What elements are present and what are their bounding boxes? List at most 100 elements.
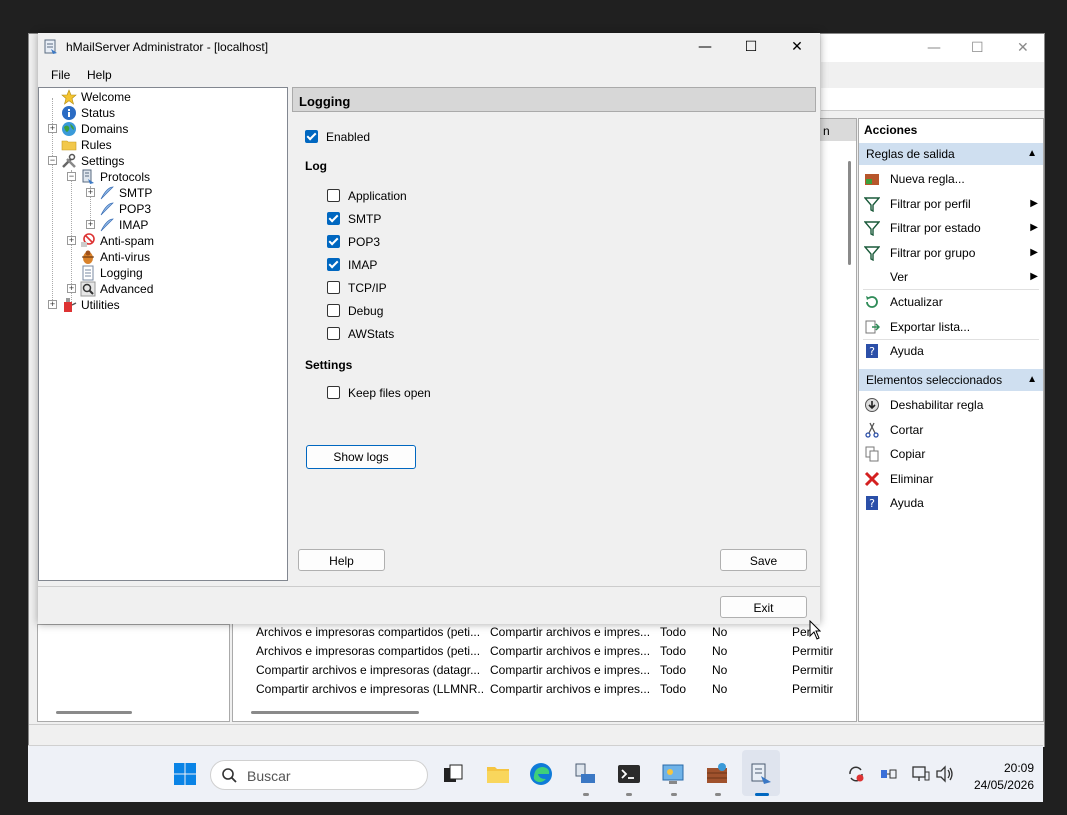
- clock-date[interactable]: 24/05/2026: [962, 778, 1034, 792]
- vertical-scrollbar[interactable]: [848, 161, 851, 265]
- checkbox-checked-icon: [327, 212, 340, 225]
- close-button[interactable]: ✕: [774, 33, 820, 61]
- section-outbound-rules[interactable]: Reglas de salida ▲: [859, 143, 1043, 165]
- action-item[interactable]: Actualizar: [859, 290, 1043, 314]
- expand-icon[interactable]: +: [67, 236, 76, 245]
- rule-profile: Todo: [660, 682, 687, 696]
- tree-label: SMTP: [119, 186, 153, 200]
- display-icon[interactable]: [911, 764, 931, 784]
- server-icon: [82, 169, 94, 184]
- sync-icon[interactable]: [846, 764, 866, 784]
- action-item[interactable]: Nueva regla...: [859, 167, 1043, 191]
- protocol-icon: [100, 218, 114, 232]
- cut-icon: [865, 422, 879, 438]
- action-item[interactable]: Copiar: [859, 442, 1043, 466]
- expand-icon[interactable]: +: [86, 220, 95, 229]
- table-row[interactable]: Compartir archivos e impresoras (datagr.…: [256, 661, 856, 680]
- hmailserver-icon[interactable]: [749, 762, 773, 786]
- tree-label: Protocols: [100, 170, 151, 184]
- maximize-button[interactable]: ☐: [728, 33, 774, 61]
- section-selected-items[interactable]: Elementos seleccionados ▲: [859, 369, 1043, 391]
- start-icon[interactable]: [173, 762, 197, 786]
- info-icon: [62, 106, 76, 120]
- star-icon: [61, 89, 77, 105]
- control-panel-icon[interactable]: [661, 762, 685, 786]
- expand-icon[interactable]: +: [67, 284, 76, 293]
- collapse-icon[interactable]: ▲: [1027, 369, 1037, 391]
- action-item[interactable]: Eliminar: [859, 467, 1043, 491]
- maximize-button[interactable]: ☐: [971, 40, 984, 56]
- action-label: Cortar: [890, 422, 924, 437]
- show-logs-button[interactable]: Show logs: [306, 445, 416, 469]
- disable-icon: [865, 398, 879, 412]
- action-item[interactable]: Cortar: [859, 418, 1043, 442]
- rule-profile: Todo: [660, 644, 687, 658]
- firewall-tree-pane: [37, 624, 230, 722]
- action-item[interactable]: Ver ▶: [859, 265, 1043, 289]
- firewall-titlebar: — ☐ ✕: [821, 34, 1044, 62]
- action-label: Deshabilitar regla: [890, 398, 984, 412]
- running-indicator: [671, 793, 677, 796]
- action-item[interactable]: Filtrar por estado ▶: [859, 216, 1043, 240]
- expand-icon[interactable]: +: [86, 188, 95, 197]
- menu-file[interactable]: File: [51, 68, 70, 82]
- network-icon[interactable]: [879, 764, 899, 784]
- close-button[interactable]: ✕: [1017, 40, 1029, 56]
- menu-help[interactable]: Help: [87, 68, 112, 82]
- minimize-button[interactable]: —: [927, 40, 941, 56]
- filter-icon: [864, 196, 880, 212]
- divider: [38, 586, 820, 587]
- running-indicator: [626, 793, 632, 796]
- action-item[interactable]: ? Ayuda: [859, 339, 1043, 363]
- bug-icon: [82, 250, 94, 264]
- tree-label: Domains: [81, 122, 129, 136]
- help-icon: ?: [866, 496, 878, 510]
- help-button[interactable]: Help: [298, 549, 385, 571]
- tree-label: Utilities: [81, 298, 120, 312]
- table-row[interactable]: Archivos e impresoras compartidos (peti.…: [256, 642, 856, 661]
- submenu-arrow-icon: ▶: [1030, 222, 1038, 234]
- panel-header: Logging: [292, 87, 816, 112]
- action-item[interactable]: Deshabilitar regla: [859, 393, 1043, 417]
- expand-icon[interactable]: +: [48, 300, 57, 309]
- edge-icon[interactable]: [529, 762, 553, 786]
- submenu-arrow-icon: ▶: [1030, 271, 1038, 283]
- server-manager-icon[interactable]: [573, 762, 597, 786]
- actions-pane: Acciones Reglas de salida ▲ Nueva regla.…: [858, 118, 1044, 722]
- checkbox-unchecked-icon: [327, 327, 340, 340]
- action-label: Filtrar por grupo: [890, 245, 976, 260]
- task-view-icon[interactable]: [441, 762, 465, 786]
- terminal-icon[interactable]: [617, 762, 641, 786]
- app-icon: [44, 39, 57, 54]
- new-rule-icon: [865, 174, 879, 185]
- settings-section-title: Settings: [305, 358, 353, 372]
- table-row[interactable]: Archivos e impresoras compartidos (peti.…: [256, 623, 856, 642]
- save-button[interactable]: Save: [720, 549, 807, 571]
- tree-label: Anti-spam: [100, 234, 155, 248]
- firewall-icon[interactable]: [705, 762, 729, 786]
- actions-title: Acciones: [859, 119, 1043, 141]
- running-indicator: [715, 793, 721, 796]
- collapse-icon[interactable]: ▲: [1027, 143, 1037, 165]
- action-item[interactable]: ? Ayuda: [859, 491, 1043, 515]
- tree-label: Rules: [81, 138, 112, 152]
- search-box[interactable]: Buscar: [210, 760, 428, 790]
- clock-time[interactable]: 20:09: [962, 761, 1034, 775]
- expand-icon[interactable]: +: [48, 124, 57, 133]
- folder-icon: [61, 140, 77, 151]
- minimize-button[interactable]: —: [682, 33, 728, 61]
- taskbar: Buscar 20:09 24/05/2026: [28, 745, 1043, 802]
- collapse-icon[interactable]: −: [67, 172, 76, 181]
- action-item[interactable]: Filtrar por perfil ▶: [859, 192, 1043, 216]
- horizontal-scrollbar[interactable]: [56, 711, 132, 714]
- action-item[interactable]: Filtrar por grupo ▶: [859, 241, 1043, 265]
- exit-button[interactable]: Exit: [720, 596, 807, 618]
- table-row[interactable]: Compartir archivos e impresoras (LLMNR..…: [256, 680, 856, 699]
- horizontal-scrollbar[interactable]: [251, 711, 419, 714]
- volume-icon[interactable]: [935, 764, 955, 784]
- checkbox-label: IMAP: [348, 258, 378, 272]
- collapse-icon[interactable]: −: [48, 156, 57, 165]
- file-explorer-icon[interactable]: [486, 762, 510, 786]
- action-item[interactable]: Exportar lista...: [859, 315, 1043, 339]
- document-icon: [82, 265, 94, 281]
